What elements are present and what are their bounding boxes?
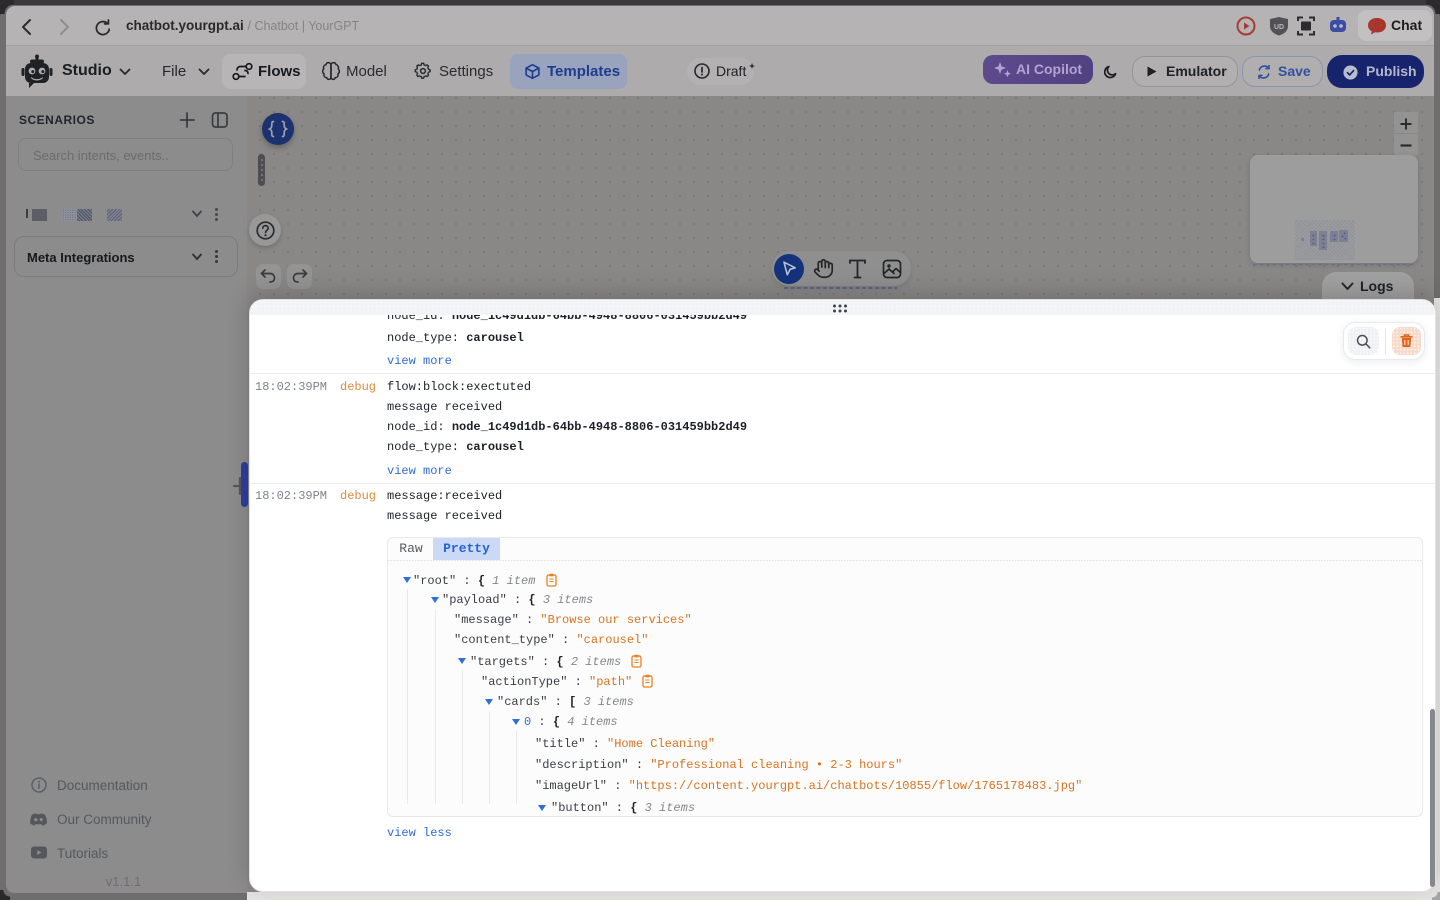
svg-text:UD: UD — [1274, 24, 1284, 31]
